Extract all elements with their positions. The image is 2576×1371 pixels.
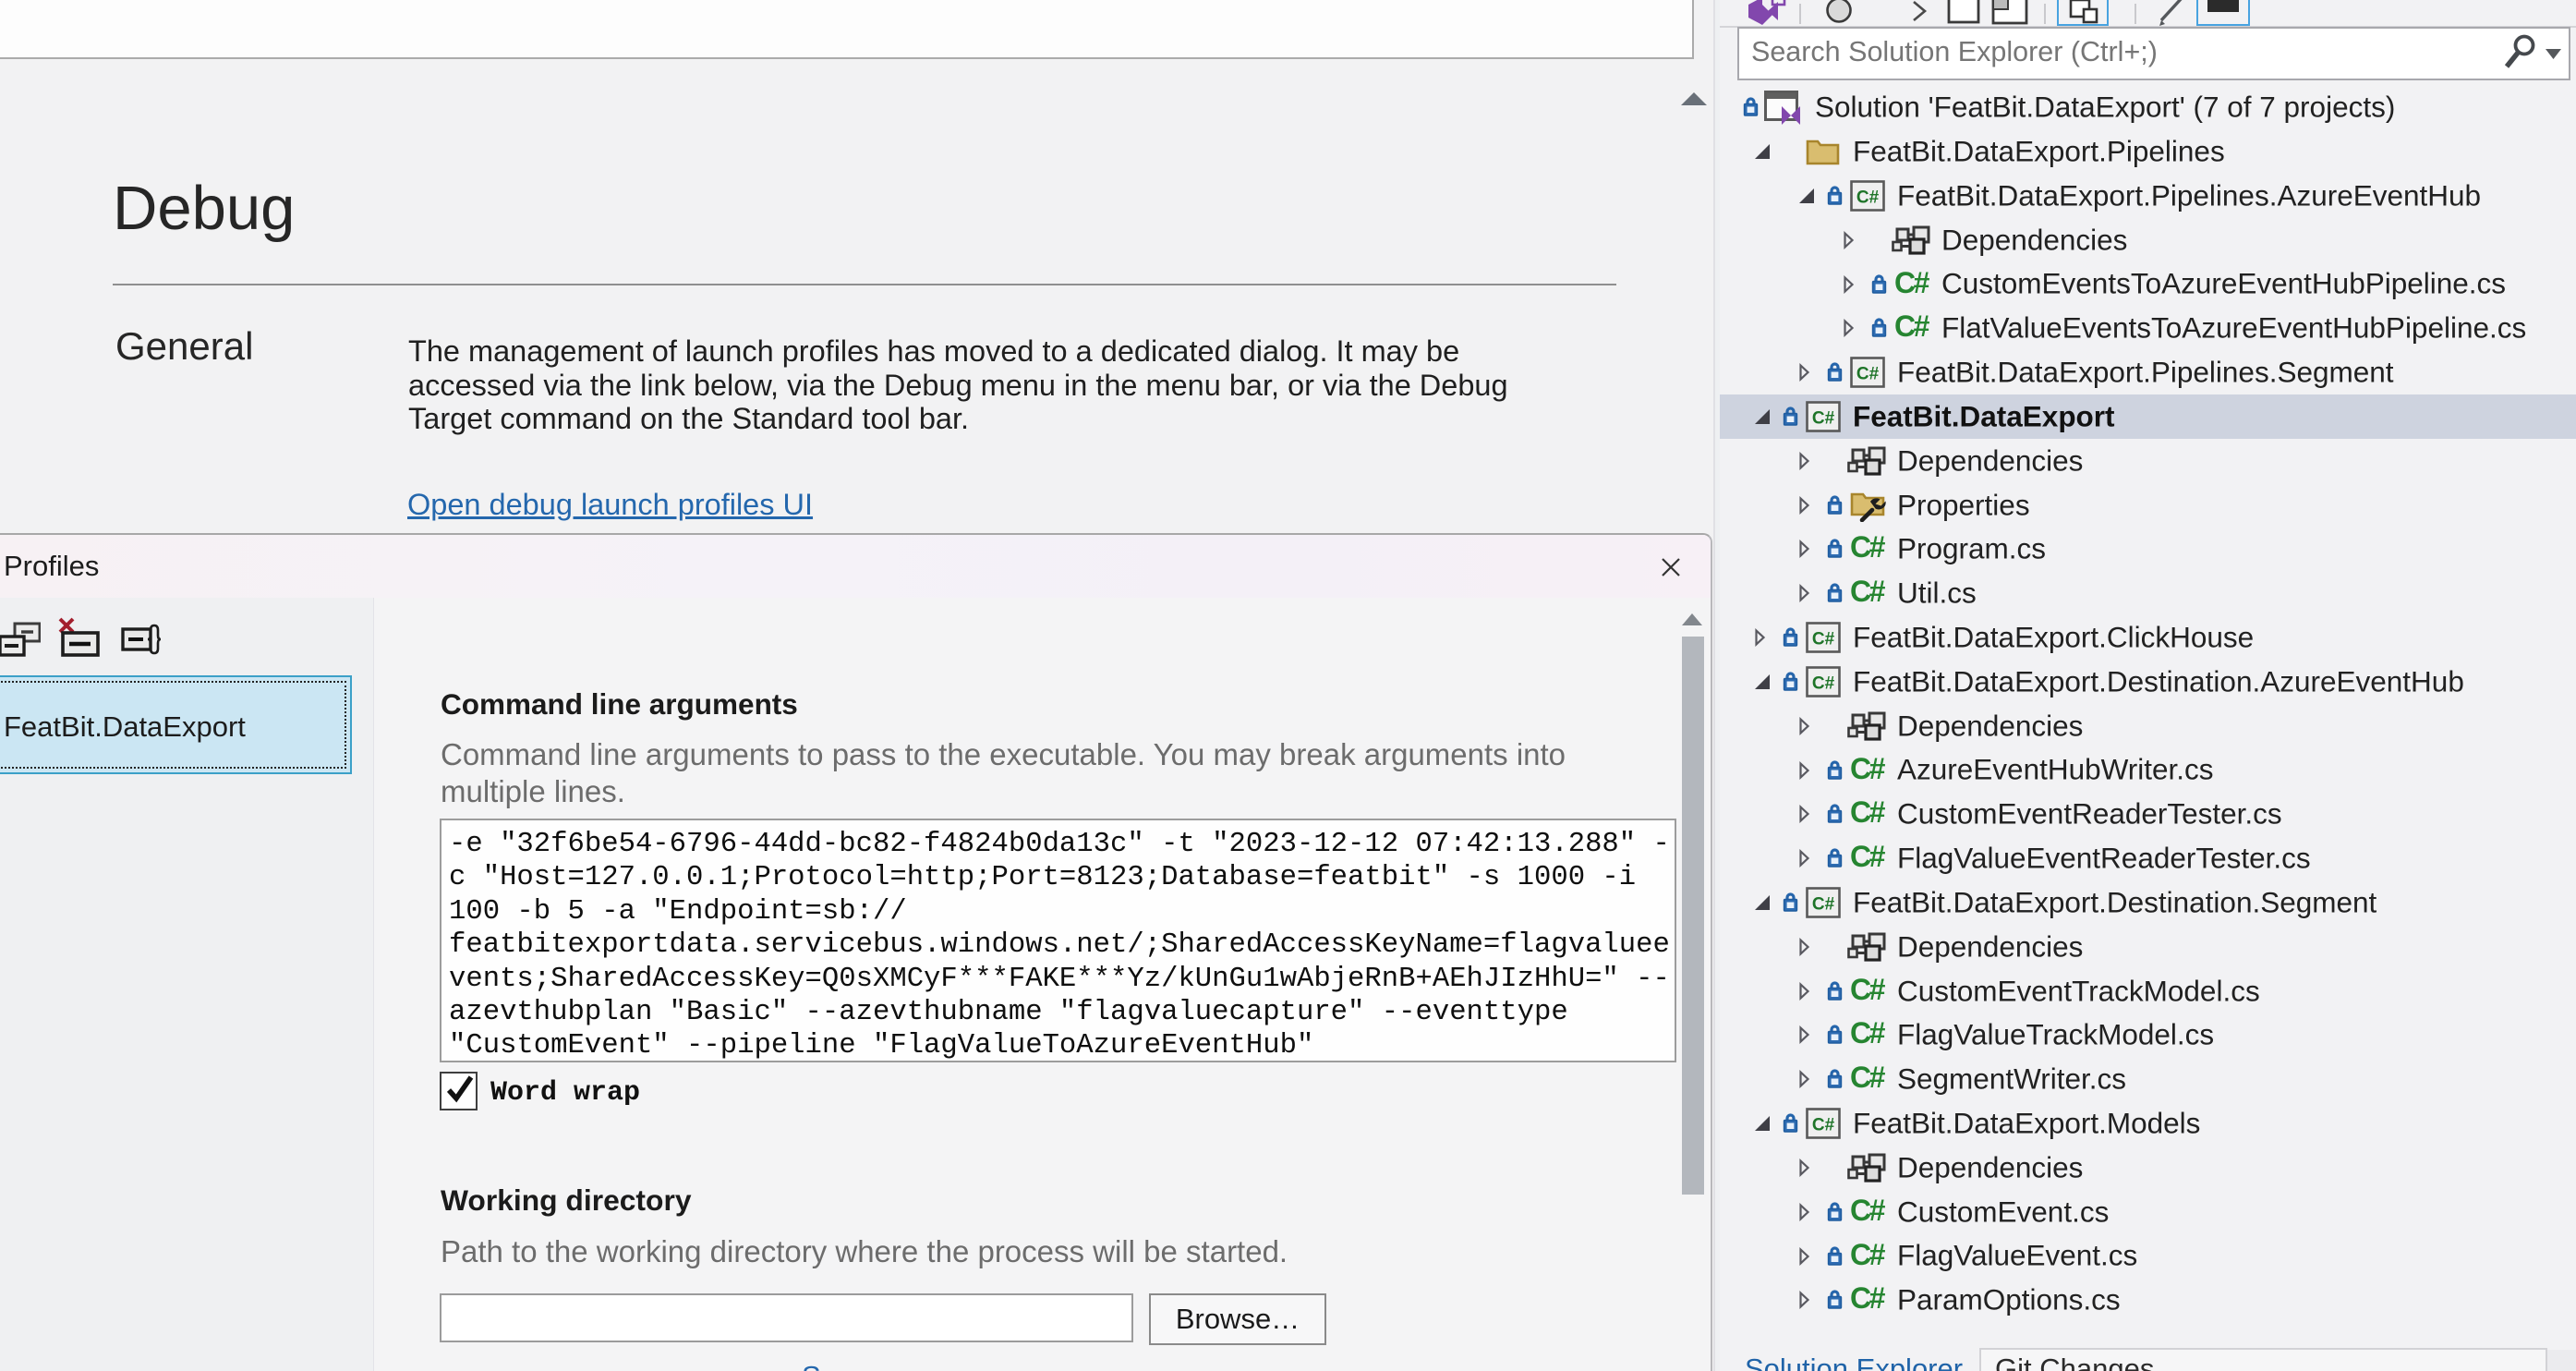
svg-text:C#: C# <box>1812 1116 1835 1135</box>
svg-text:C#: C# <box>1856 188 1880 207</box>
svg-text:C#: C# <box>1812 630 1835 649</box>
svg-text:C#: C# <box>1812 673 1835 693</box>
svg-text:C#: C# <box>1856 365 1880 384</box>
svg-text:C#: C# <box>1812 408 1835 428</box>
svg-text:C#: C# <box>1812 895 1835 915</box>
